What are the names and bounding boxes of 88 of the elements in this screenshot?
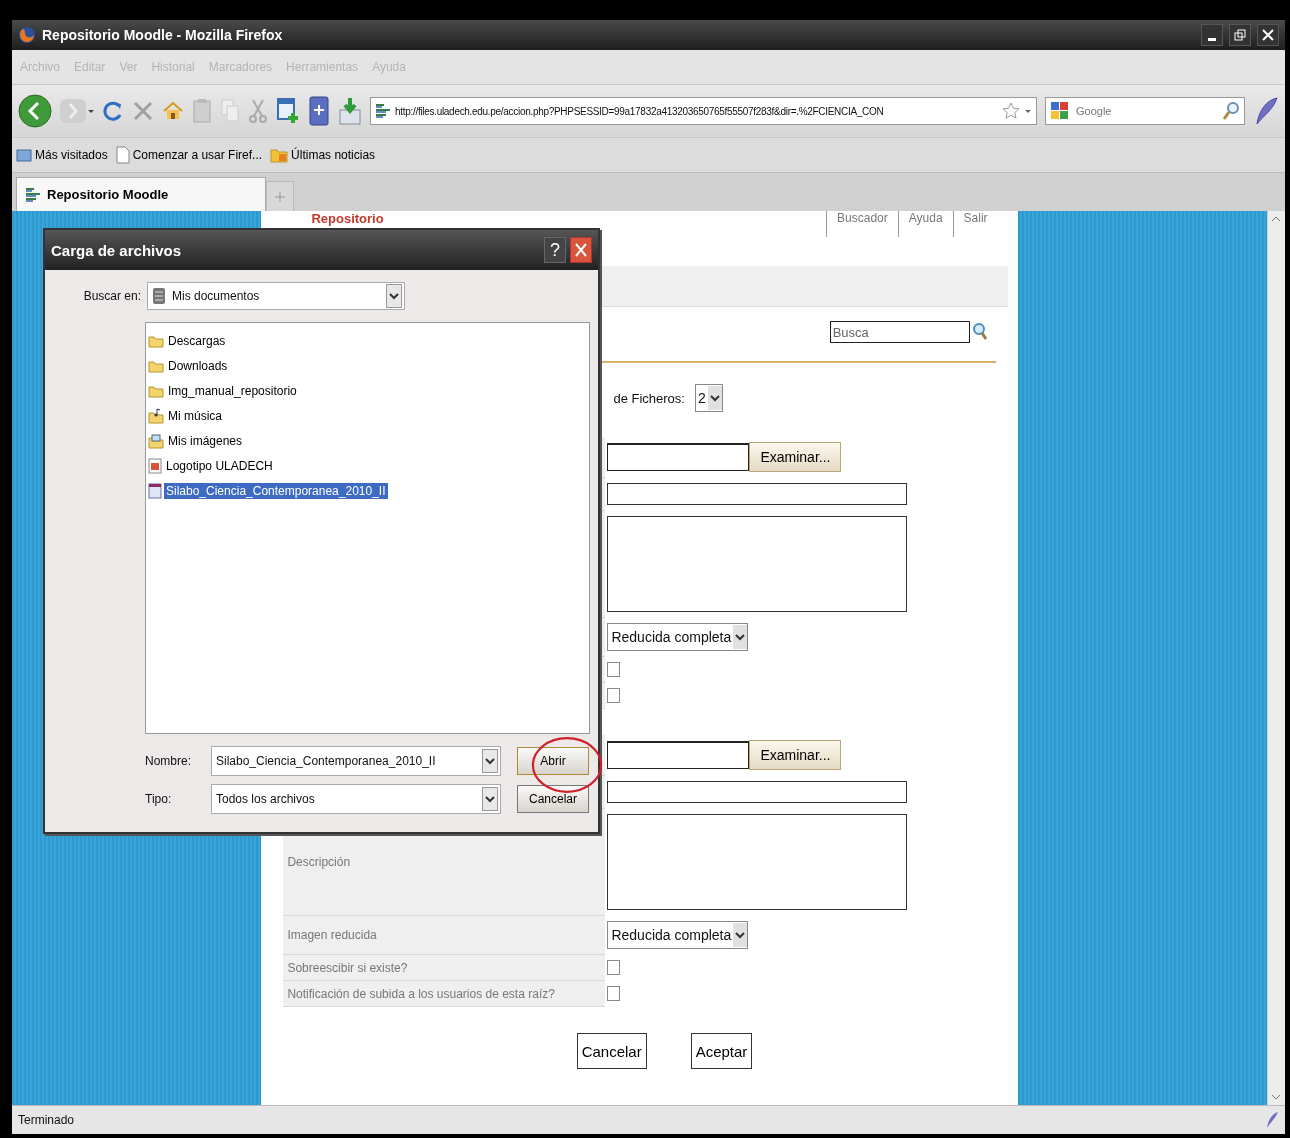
close-icon [1262,29,1274,41]
file-name-field[interactable]: Silabo_Ciencia_Contemporanea_2010_II [211,746,501,776]
folder-icon [148,334,164,348]
cancel-button[interactable]: Cancelar [517,785,589,813]
open-button[interactable]: Abrir [517,747,589,775]
star-icon[interactable] [1002,102,1020,120]
header-link[interactable]: Salir [952,211,998,237]
field-label: Imagen reducida [287,928,377,942]
plus-icon [275,191,285,202]
dialog-title: Carga de archivos [51,241,183,259]
minimize-icon [1208,37,1216,41]
bookmark-link[interactable]: Comenzar a usar Firef... [115,146,263,164]
browse-button[interactable]: Examinar... [749,740,842,770]
folder-icon [16,147,32,163]
field-label: Descripción [287,855,351,869]
page-icon [115,146,130,164]
document-file-icon [148,483,162,499]
search-icon[interactable] [971,322,988,342]
page-icon [375,102,391,120]
type-label: Tipo: [145,792,173,806]
checkbox[interactable] [607,662,621,677]
pictures-folder-icon [148,433,164,449]
text-field[interactable] [607,483,908,505]
file-item[interactable]: Descargas [148,331,228,351]
download-icon[interactable] [338,96,362,126]
file-type-select[interactable]: Todos los archivos [211,784,501,814]
search-icon[interactable] [1222,101,1240,121]
search-field[interactable]: Busca [829,321,970,343]
folder-icon [148,359,164,373]
file-item[interactable]: Mis imágenes [148,431,245,451]
site-logo: Repositorio [311,211,384,226]
help-button[interactable]: ? [544,237,566,263]
minimize-button[interactable] [1201,24,1223,46]
bookmark-link[interactable]: Más visitados [16,147,108,163]
file-count-label: de Ficheros: [613,390,685,406]
window-title: Repositorio Moodle - Mozilla Firefox [42,27,284,43]
thumbnail-select[interactable]: Reducida completa [607,921,749,949]
image-file-icon [148,458,162,474]
file-path-field[interactable] [607,741,750,769]
add-page-icon[interactable] [276,97,300,125]
close-button[interactable] [1257,24,1279,46]
file-item[interactable]: Img_manual_repositorio [148,381,299,401]
restore-button[interactable] [1229,24,1251,46]
text-area[interactable] [607,516,908,612]
feather-icon [1265,1111,1279,1129]
page-icon [25,185,41,204]
search-field[interactable]: Google [1045,97,1245,125]
file-count-select[interactable]: 2 [694,384,723,412]
bookmark-icon[interactable] [308,96,330,126]
name-label: Nombre: [145,754,192,768]
address-bar[interactable]: http://files.uladech.edu.pe/accion.php?PHPSESSID=99a17832a413203650765f55507f283f&dir=.%2FCIENCIA_CON [370,97,1037,125]
file-path-field[interactable] [607,443,750,471]
restore-icon [1234,29,1246,41]
bookmark-link[interactable]: Últimas noticias [270,147,376,163]
header-link[interactable]: Ayuda [897,211,953,237]
folder-icon [148,384,164,398]
clipboard-icon[interactable] [192,98,212,124]
text-field[interactable] [607,781,908,803]
firefox-icon [18,26,36,44]
search-engine-icon[interactable] [1050,101,1070,121]
file-item[interactable]: Downloads [148,356,230,376]
browser-tab[interactable]: Repositorio Moodle [16,177,266,211]
look-in-label: Buscar en: [82,289,141,303]
feather-icon[interactable] [1253,96,1279,126]
caret-icon[interactable] [1024,107,1032,115]
file-item[interactable]: Logotipo ULADECH [148,456,275,476]
document-stack-icon [150,286,168,306]
look-in-select[interactable]: Mis documentos [147,282,405,310]
close-button[interactable] [570,237,592,263]
home-icon[interactable] [162,100,184,122]
field-label: Notificación de subida a los usuarios de esta raíz? [287,986,555,1001]
reload-icon[interactable] [102,100,124,122]
close-icon [575,243,587,257]
browse-button[interactable]: Examinar... [749,442,842,472]
scrollbar[interactable] [1267,211,1285,1105]
checkbox[interactable] [607,960,621,975]
file-item[interactable]: Mi música [148,406,224,426]
status-text: Terminado [18,1113,75,1127]
form-button[interactable]: Aceptar [690,1033,753,1069]
form-button[interactable]: Cancelar [576,1033,647,1069]
thumbnail-select[interactable]: Reducida completa [607,623,749,651]
field-label: Sobreescibir si existe? [287,960,408,975]
checkbox[interactable] [607,986,621,1001]
header-link[interactable]: Buscador [826,211,898,237]
text-area[interactable] [607,814,908,910]
feed-folder-icon [270,147,289,163]
music-folder-icon [148,408,164,424]
checkbox[interactable] [607,688,621,703]
